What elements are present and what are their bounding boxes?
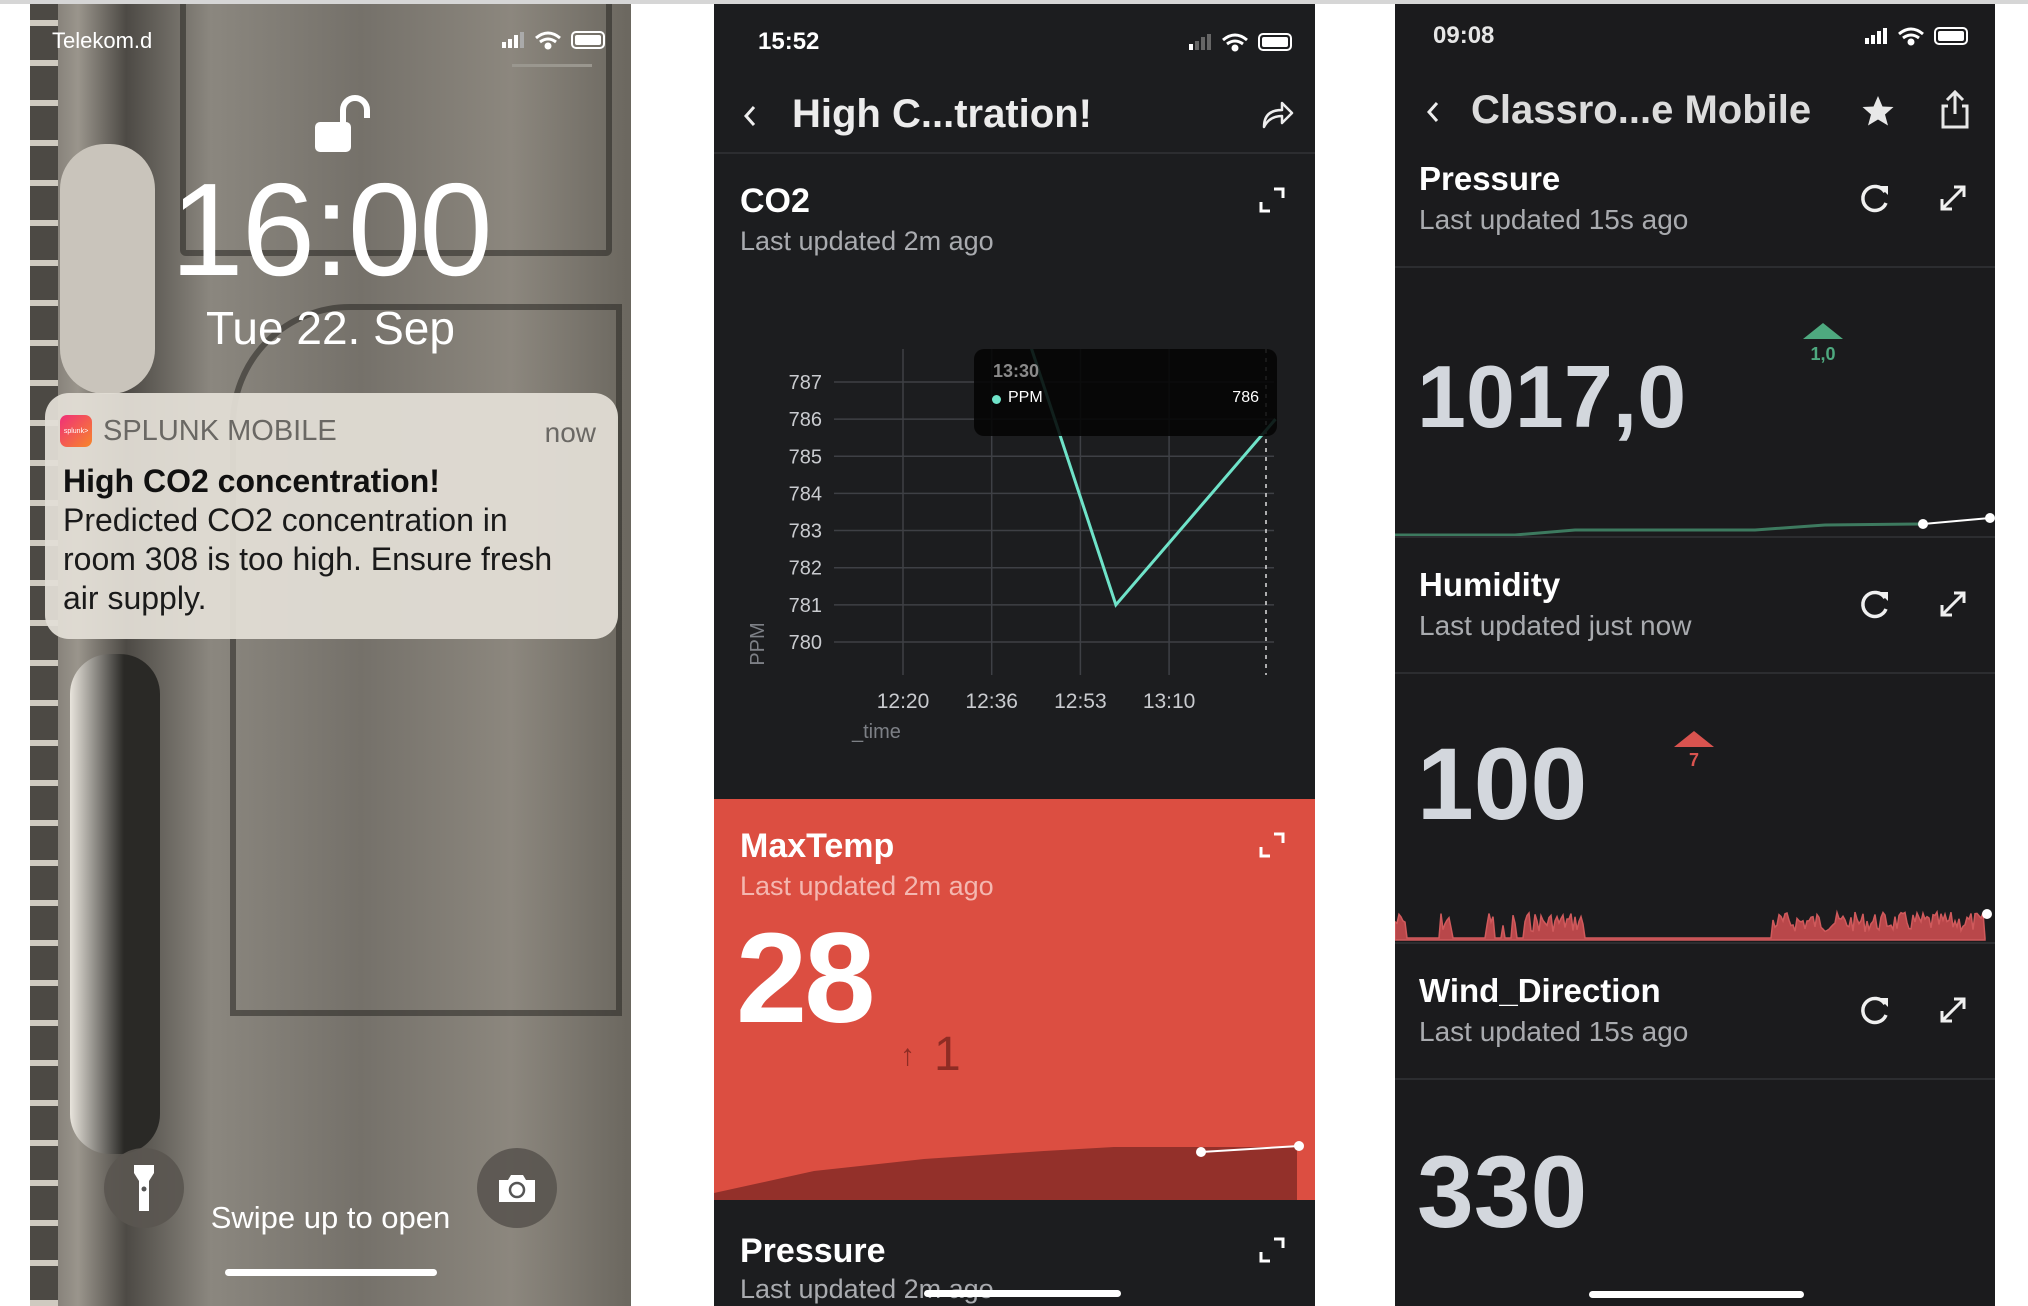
- sparkline-area: [1395, 909, 1986, 941]
- sparkline-point: [1918, 519, 1928, 529]
- unlocked-padlock-icon: [315, 95, 370, 152]
- panel-title-pressure: Pressure: [1419, 160, 1561, 197]
- panel-divider: [1395, 536, 1995, 538]
- humidity-delta: 7: [1688, 750, 1699, 770]
- expand-arrows-icon[interactable]: [1937, 182, 1969, 214]
- swipe-up-hint: Swipe up to open: [210, 1200, 451, 1235]
- panel-divider: [1395, 266, 1995, 268]
- notification-card[interactable]: splunk> SPLUNK MOBILE now High CO2 conce…: [45, 393, 618, 639]
- x-tick-label: 12:20: [877, 690, 930, 713]
- y-tick-label: 782: [789, 558, 822, 580]
- x-tick-label: 13:10: [1143, 690, 1196, 713]
- pressure-value: 1017,0: [1417, 347, 1687, 446]
- y-tick-label: 783: [789, 521, 822, 543]
- pressure-sparkline: [1395, 513, 1995, 537]
- y-axis-label: PPM: [747, 622, 769, 665]
- y-tick-label: 781: [789, 595, 822, 617]
- sparkline-point: [1294, 1141, 1304, 1151]
- panel-title-humidity: Humidity: [1419, 566, 1561, 603]
- signal-icon: [502, 32, 524, 48]
- lock-screen: Telekom.d 16:00 Tue 22. Sep splunk> SPLU…: [30, 4, 631, 1306]
- panel-divider: [1395, 942, 1995, 944]
- notification-body-line: air supply.: [63, 580, 207, 616]
- sparkline-area: [714, 1147, 1297, 1200]
- y-tick-label: 785: [789, 446, 822, 468]
- home-indicator[interactable]: [225, 1269, 437, 1276]
- wind-direction-value: 330: [1417, 1135, 1588, 1249]
- y-tick-label: 787: [789, 372, 822, 394]
- pressure-delta: 1,0: [1810, 344, 1836, 364]
- panel-divider: [1395, 1078, 1995, 1080]
- notification-title: High CO2 concentration!: [63, 463, 440, 499]
- tooltip-series-dot: [992, 395, 1001, 404]
- expand-arrows-icon[interactable]: [1937, 994, 1969, 1026]
- dashboard-screen: 09:08 Classro...e Mobile Pressure Last u…: [1395, 4, 1995, 1306]
- expand-arrows-icon[interactable]: [1937, 588, 1969, 620]
- panel-updated-humidity: Last updated just now: [1419, 610, 1692, 641]
- trend-up-triangle-icon: [1674, 731, 1714, 747]
- panel-updated-wind-direction: Last updated 15s ago: [1419, 1016, 1689, 1047]
- x-tick-label: 12:36: [965, 690, 1018, 713]
- sparkline-point: [1985, 513, 1995, 523]
- maxtemp-sparkline: [714, 1141, 1304, 1200]
- battery-icon: [1934, 27, 1968, 45]
- notification-body: Predicted CO2 concentration in room 308 …: [63, 501, 552, 618]
- star-icon[interactable]: [1861, 94, 1895, 128]
- notification-timestamp: now: [544, 417, 596, 448]
- signal-icon: [1865, 28, 1887, 44]
- chart-tooltip: 13:30 PPM 786: [974, 349, 1277, 436]
- wifi-icon: [1898, 27, 1924, 46]
- humidity-sparkline: [1395, 909, 1992, 941]
- battery-icon: [571, 31, 605, 49]
- tooltip-time: 13:30: [993, 361, 1040, 381]
- y-tick-label: 784: [789, 483, 822, 505]
- wifi-icon: [535, 31, 561, 50]
- status-underline: [512, 64, 592, 67]
- notification-body-line: room 308 is too high. Ensure fresh: [63, 541, 553, 577]
- notification-app-name: SPLUNK MOBILE: [103, 415, 337, 447]
- refresh-icon[interactable]: [1859, 994, 1891, 1026]
- lock-date: Tue 22. Sep: [206, 302, 455, 354]
- expand-icon[interactable]: [1258, 1236, 1286, 1264]
- x-tick-label: 12:53: [1054, 690, 1107, 713]
- humidity-value: 100: [1417, 727, 1588, 841]
- wallpaper-dog: [70, 654, 160, 1154]
- maxtemp-panel[interactable]: MaxTemp Last updated 2m ago 28 ↑ 1: [714, 799, 1315, 1200]
- sparkline-point: [1982, 909, 1992, 919]
- tooltip-value: 786: [1232, 389, 1259, 406]
- refresh-icon[interactable]: [1859, 588, 1891, 620]
- home-indicator[interactable]: [1589, 1291, 1804, 1298]
- notification-body-line: Predicted CO2 concentration in: [63, 502, 508, 538]
- alert-detail-screen: 15:52 High C...tration! CO2 Last updated…: [714, 4, 1315, 1306]
- share-icon[interactable]: [1940, 89, 1970, 130]
- trend-up-triangle-icon: [1803, 323, 1843, 339]
- status-time: 09:08: [1433, 22, 1495, 49]
- sparkline-point: [1196, 1147, 1206, 1157]
- panel-title-pressure: Pressure: [740, 1232, 886, 1270]
- series-line-ppm: [1030, 349, 1277, 608]
- panel-updated-pressure: Last updated 15s ago: [1419, 204, 1689, 235]
- home-indicator[interactable]: [924, 1290, 1121, 1297]
- splunk-app-logo: splunk>: [60, 415, 92, 447]
- panel-divider: [1395, 672, 1995, 674]
- refresh-icon[interactable]: [1859, 182, 1891, 214]
- x-axis-label: _time: [851, 721, 901, 743]
- back-chevron-icon[interactable]: [1425, 100, 1441, 124]
- screen-title: Classro...e Mobile: [1471, 88, 1812, 132]
- carrier-name: Telekom.d: [52, 28, 153, 53]
- panel-title-wind-direction: Wind_Direction: [1419, 972, 1661, 1009]
- y-tick-label: 780: [789, 632, 822, 654]
- status-icons: [1865, 27, 1968, 46]
- lock-time: 16:00: [170, 156, 492, 303]
- status-icons: [502, 31, 605, 50]
- tooltip-series-name: PPM: [1008, 389, 1043, 406]
- y-tick-label: 786: [789, 409, 822, 431]
